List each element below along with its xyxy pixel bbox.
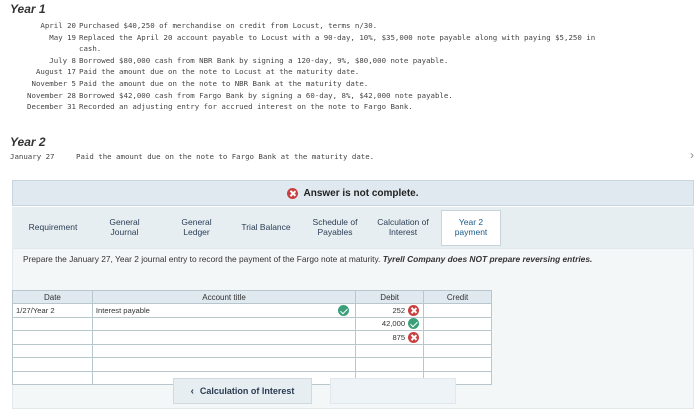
debit-cell[interactable]	[355, 343, 425, 358]
transaction-date: November 5	[31, 79, 77, 88]
tab-trial-balance[interactable]: Trial Balance	[232, 210, 300, 246]
prev-calculation-of-interest-button[interactable]: ‹ Calculation of Interest	[173, 378, 312, 404]
transaction-description: Recorded an adjusting entry for accrued …	[79, 102, 413, 112]
instructions: Prepare the January 27, Year 2 journal e…	[23, 254, 623, 265]
tab-label: Journal	[110, 227, 139, 237]
transaction-date: May 19	[49, 32, 76, 42]
x-circle-icon	[408, 304, 420, 316]
collapse-icon[interactable]: ›	[690, 148, 694, 162]
tab-year2-payment[interactable]: Year 2 payment	[441, 210, 501, 246]
debit-cell[interactable]: 42,000	[355, 316, 425, 331]
transaction-description: Paid the amount due on the note to NBR B…	[79, 79, 369, 88]
transaction-description: Paid the amount due on the note to Locus…	[79, 67, 360, 77]
debit-cell-wrap: 252	[359, 304, 420, 316]
debit-cell-wrap: 42,000	[359, 318, 420, 330]
debit-cell-value: 42,000	[381, 319, 406, 329]
date-cell[interactable]	[12, 330, 93, 345]
credit-header: Credit	[423, 290, 492, 304]
next-button[interactable]	[330, 378, 456, 404]
journal-table: Date Account title Debit Credit 1/27/Yea…	[12, 290, 492, 385]
tab-general-journal[interactable]: General Journal	[97, 210, 152, 246]
transaction-description: Purchased $40,250 of merchandise on cred…	[79, 21, 378, 30]
check-circle-icon	[338, 305, 350, 316]
date-cell[interactable]	[12, 316, 93, 331]
instructions-text: Prepare the January 27, Year 2 journal e…	[23, 254, 381, 264]
year2-title: Year 2	[10, 135, 46, 149]
debit-cell[interactable]: 875	[355, 330, 425, 345]
prev-button-label: Calculation of Interest	[199, 386, 295, 396]
tab-label: Interest	[388, 227, 418, 237]
date-cell[interactable]	[12, 357, 93, 372]
transaction-description: Borrowed $80,000 cash from NBR Bank by s…	[79, 55, 449, 65]
tab-general-ledger[interactable]: General Ledger	[169, 210, 224, 246]
journal-row	[12, 357, 492, 372]
transaction-date: November 28	[27, 90, 76, 100]
transaction-date: April 20	[40, 21, 76, 30]
requirement-tabs: Requirement General Journal General Ledg…	[12, 207, 694, 249]
account-title-cell[interactable]: Interest payable	[91, 303, 357, 318]
debit-header: Debit	[355, 290, 425, 304]
journal-row: 42,000	[12, 316, 492, 331]
transaction-date: August 17	[35, 67, 76, 77]
credit-cell[interactable]	[423, 343, 492, 358]
account-title-cell[interactable]	[91, 357, 357, 372]
check-circle-icon	[408, 318, 420, 330]
transaction-description: Replaced the April 20 account payable to…	[79, 32, 596, 42]
tab-label: Requirement	[28, 222, 78, 233]
tab-requirement[interactable]: Requirement	[18, 210, 88, 246]
journal-row: 1/27/Year 2 Interest payable 252	[12, 303, 492, 318]
tab-schedule-of-payables[interactable]: Schedule of Payables	[305, 210, 365, 246]
credit-cell[interactable]	[423, 357, 492, 372]
x-circle-icon	[287, 187, 299, 199]
date-cell[interactable]	[12, 370, 93, 385]
credit-cell[interactable]	[423, 303, 492, 318]
tab-label: payment	[454, 227, 488, 237]
account-title-header: Account title	[91, 290, 357, 304]
transaction-description: Borrowed $42,000 cash from Fargo Bank by…	[79, 90, 453, 100]
account-title-cell[interactable]	[91, 316, 357, 331]
transaction-date: July 8	[49, 55, 76, 65]
account-title-cell[interactable]	[91, 330, 357, 345]
credit-cell[interactable]	[423, 330, 492, 345]
debit-cell[interactable]	[355, 357, 425, 372]
transaction-date: December 31	[27, 102, 76, 112]
debit-cell-wrap: 875	[359, 331, 420, 343]
journal-row	[12, 343, 492, 358]
x-circle-icon	[408, 331, 420, 343]
transaction-date: January 27	[10, 152, 55, 161]
chevron-left-icon: ‹	[190, 385, 194, 397]
date-cell[interactable]	[12, 343, 93, 358]
tab-label: Trial Balance	[241, 222, 291, 233]
transaction-description: cash.	[79, 44, 102, 54]
credit-cell[interactable]	[423, 316, 492, 331]
transaction-description: Paid the amount due on the note to Fargo…	[76, 152, 375, 161]
banner-text: Answer is not complete.	[303, 187, 419, 199]
tab-label: Payables	[317, 227, 353, 237]
journal-row: 875	[12, 330, 492, 345]
tab-calculation-of-interest[interactable]: Calculation of Interest	[370, 210, 436, 246]
account-title-value: Interest payable	[95, 305, 150, 315]
debit-cell[interactable]: 252	[355, 303, 425, 318]
instructions-emphasis: Tyrell Company does NOT prepare reversin…	[382, 254, 593, 264]
year1-title: Year 1	[10, 2, 46, 16]
account-title-cell[interactable]	[91, 343, 357, 358]
date-cell[interactable]: 1/27/Year 2	[12, 303, 93, 318]
debit-cell-value: 875	[392, 332, 406, 342]
answer-status-banner: Answer is not complete.	[12, 180, 694, 206]
debit-cell-value: 252	[392, 305, 406, 315]
tab-label: Ledger	[183, 227, 210, 237]
date-header: Date	[12, 290, 93, 304]
